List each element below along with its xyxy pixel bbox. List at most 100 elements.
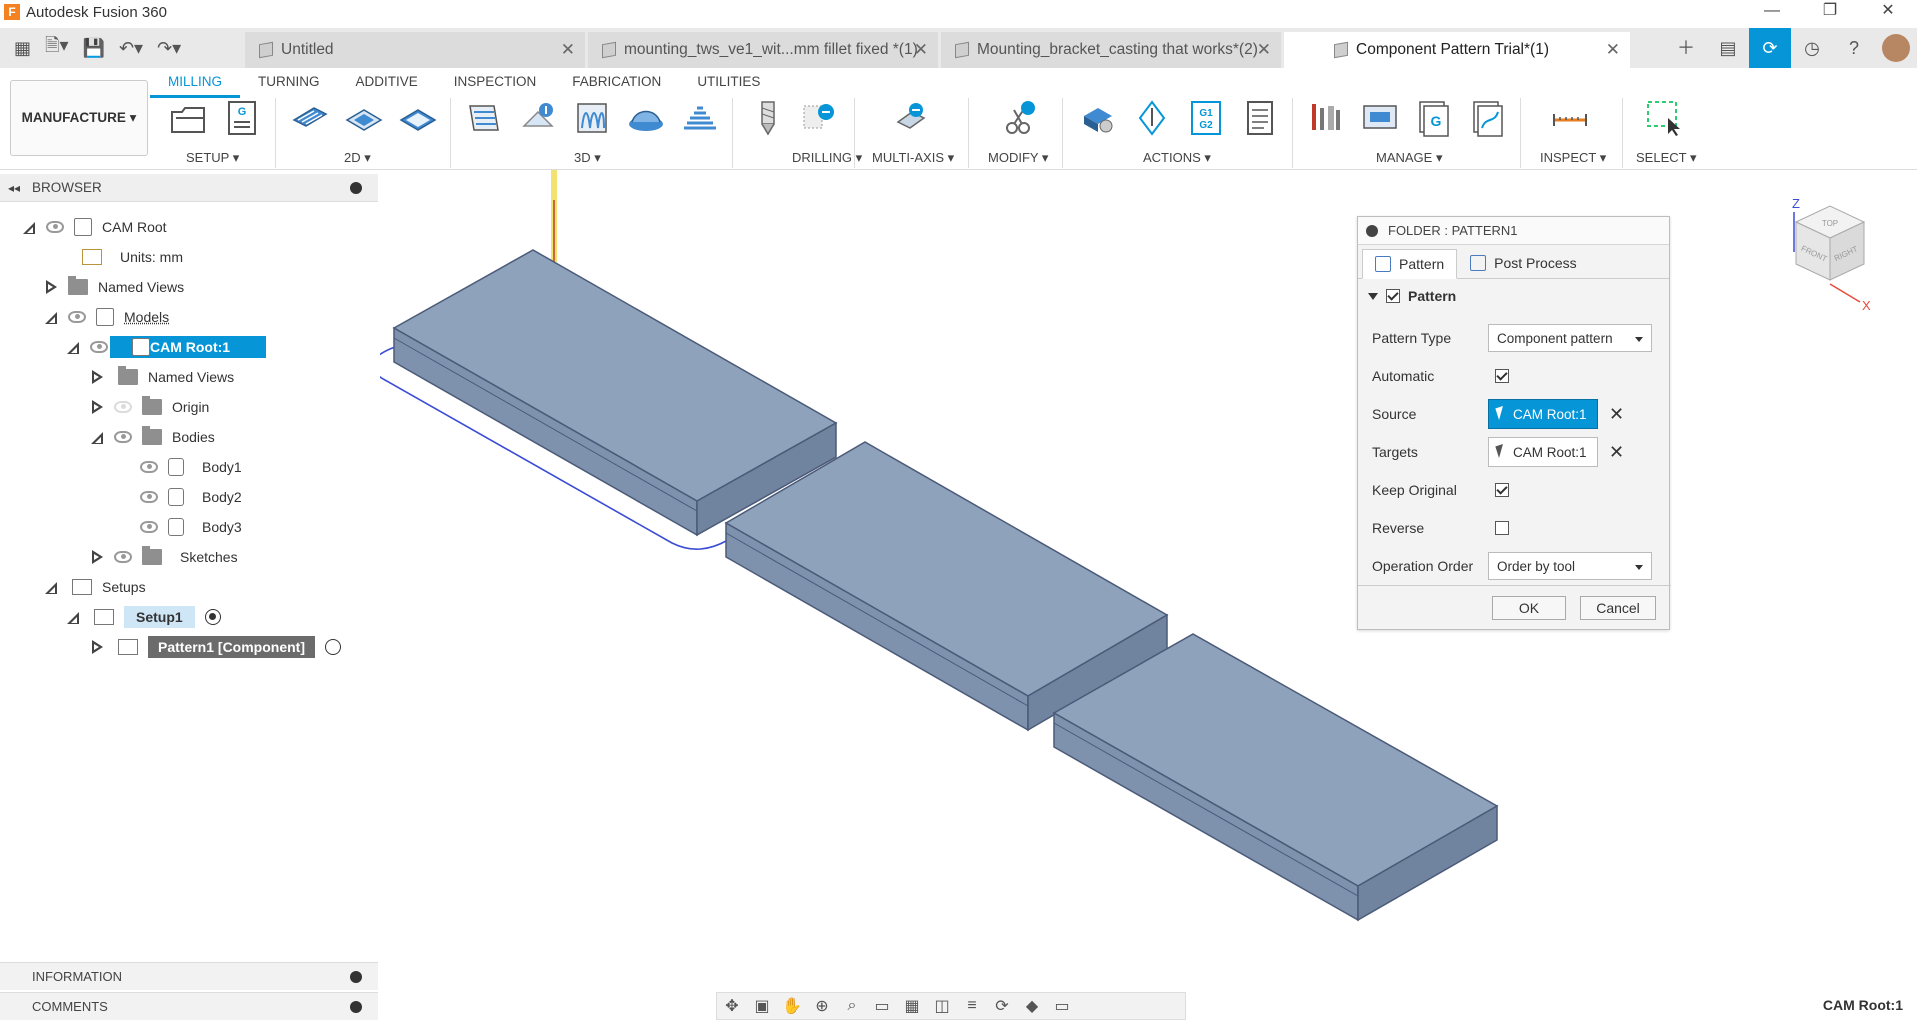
tree-item-sketches[interactable]: Sketches (90, 544, 238, 570)
expand-icon[interactable] (90, 430, 104, 444)
visibility-eye-icon[interactable] (90, 341, 108, 353)
tree-item-units[interactable]: Units: mm (72, 244, 183, 270)
environment-icon[interactable]: ▭ (1047, 996, 1077, 1016)
expand-icon[interactable] (44, 310, 58, 324)
expand-icon[interactable] (90, 370, 104, 384)
2d-face-icon[interactable] (398, 98, 438, 138)
expand-icon[interactable] (44, 280, 58, 294)
help-icon[interactable]: ? (1833, 28, 1875, 68)
job-status-icon[interactable]: ◷ (1791, 28, 1833, 68)
redo-icon[interactable]: ↷▾ (157, 38, 181, 59)
viewcube[interactable]: Z X TOP FRONT RIGHT (1780, 192, 1880, 312)
tool-library-icon[interactable] (1306, 98, 1346, 138)
minimize-icon[interactable]: — (1743, 0, 1801, 24)
extension-icon[interactable]: ⟳ (1749, 28, 1791, 68)
tab-additive[interactable]: ADDITIVE (338, 70, 436, 94)
ok-button[interactable]: OK (1492, 596, 1566, 620)
clear-source-icon[interactable]: ✕ (1609, 404, 1624, 425)
pattern-type-select[interactable]: Component pattern (1488, 324, 1652, 352)
refresh-icon[interactable]: ⟳ (987, 996, 1017, 1016)
cube-top-label[interactable]: TOP (1822, 219, 1838, 228)
tab-turning[interactable]: TURNING (240, 70, 338, 94)
comments-panel[interactable]: COMMENTS (0, 992, 378, 1020)
clear-targets-icon[interactable]: ✕ (1609, 442, 1624, 463)
information-panel[interactable]: INFORMATION (0, 962, 378, 990)
visibility-eye-icon[interactable] (114, 401, 132, 413)
file-icon[interactable]: 🗎▾ (45, 33, 69, 63)
close-tab-icon[interactable]: ✕ (914, 40, 928, 60)
tab-fabrication[interactable]: FABRICATION (554, 70, 679, 94)
expand-icon[interactable] (90, 400, 104, 414)
expand-icon[interactable] (90, 550, 104, 564)
save-icon[interactable]: 💾 (83, 38, 105, 59)
doc-tab-mounting-bracket[interactable]: Mounting_bracket_casting that works*(2) … (941, 32, 1281, 68)
tree-item-body3[interactable]: Body3 (130, 514, 242, 540)
tree-item-cam-root[interactable]: CAM Root (22, 214, 167, 240)
pattern-radio[interactable] (325, 639, 341, 655)
machine-library-icon[interactable] (1360, 98, 1400, 138)
tree-item-models[interactable]: Models (44, 304, 169, 330)
pattern-section-header[interactable]: Pattern (1358, 279, 1669, 313)
nc-program-icon[interactable]: G (222, 98, 262, 138)
section-icon[interactable]: ≡ (957, 997, 987, 1015)
doc-tab-component-pattern[interactable]: Component Pattern Trial*(1) ✕ (1284, 32, 1630, 68)
drill-icon[interactable] (748, 98, 788, 138)
undo-icon[interactable]: ↶▾ (119, 38, 143, 59)
display-settings-icon[interactable]: ▭ (867, 996, 897, 1016)
zoom-icon[interactable]: ⊕ (807, 996, 837, 1016)
collapse-dialog-icon[interactable] (1366, 224, 1378, 237)
simulate-icon[interactable] (1078, 98, 1118, 138)
visibility-eye-icon[interactable] (68, 311, 86, 323)
2d-adaptive-icon[interactable] (290, 98, 330, 138)
section-caret-icon[interactable] (1368, 292, 1378, 300)
tree-item-origin[interactable]: Origin (90, 394, 209, 420)
visibility-eye-icon[interactable] (114, 551, 132, 563)
tab-inspection[interactable]: INSPECTION (436, 70, 555, 94)
source-picker[interactable]: CAM Root:1 (1488, 399, 1598, 429)
tree-item-named-views-2[interactable]: Named Views (90, 364, 234, 390)
visibility-eye-icon[interactable] (114, 431, 132, 443)
new-folder-icon[interactable] (168, 98, 208, 138)
expand-icon[interactable] (90, 640, 104, 654)
3d-pocket-icon[interactable] (518, 98, 558, 138)
post-library-icon[interactable]: G (1414, 98, 1454, 138)
3d-adaptive-icon[interactable] (464, 98, 504, 138)
group-setup[interactable]: SETUP ▾ (186, 150, 239, 166)
expand-icon[interactable] (22, 220, 36, 234)
tree-item-body1[interactable]: Body1 (130, 454, 242, 480)
setup-sheet-icon[interactable] (1240, 98, 1280, 138)
shading-icon[interactable]: ◆ (1017, 996, 1047, 1016)
fit-icon[interactable]: ⌕ (837, 997, 867, 1015)
modify-scissors-icon[interactable] (1000, 98, 1040, 138)
nc-code-icon[interactable]: G1G2 (1186, 98, 1226, 138)
expand-icon[interactable] (66, 340, 80, 354)
visibility-eye-icon[interactable] (140, 461, 158, 473)
collapse-browser-icon[interactable]: ◂◂ (8, 181, 20, 195)
expand-icon[interactable] (66, 610, 80, 624)
parallel-icon[interactable] (572, 98, 612, 138)
automatic-checkbox[interactable] (1495, 369, 1509, 383)
body1-shape[interactable] (392, 249, 838, 537)
hole-recognition-icon[interactable] (800, 98, 840, 138)
tree-item-setup1[interactable]: Setup1 (66, 604, 221, 630)
contour-icon[interactable] (680, 98, 720, 138)
2d-pocket-icon[interactable] (344, 98, 384, 138)
group-multi-axis[interactable]: MULTI-AXIS ▾ (872, 150, 954, 166)
group-drilling[interactable]: DRILLING ▾ (792, 150, 862, 166)
viewports-icon[interactable]: ◫ (927, 996, 957, 1016)
expand-icon[interactable] (44, 580, 58, 594)
tree-item-bodies[interactable]: Bodies (90, 424, 215, 450)
group-actions[interactable]: ACTIONS ▾ (1143, 150, 1211, 166)
tree-item-body2[interactable]: Body2 (130, 484, 242, 510)
group-3d[interactable]: 3D ▾ (574, 150, 601, 166)
doc-tab-mounting-tws[interactable]: mounting_tws_ve1_wit...mm fillet fixed *… (588, 32, 938, 68)
window-select-icon[interactable] (1644, 98, 1684, 138)
group-2d[interactable]: 2D ▾ (344, 150, 371, 166)
expand-panel-icon[interactable] (350, 970, 362, 983)
close-tab-icon[interactable]: ✕ (561, 40, 575, 60)
tab-utilities[interactable]: UTILITIES (679, 70, 778, 94)
tab-milling[interactable]: MILLING (150, 70, 241, 98)
body3-shape[interactable] (1052, 633, 1499, 922)
visibility-eye-icon[interactable] (140, 521, 158, 533)
minimize-panel-icon[interactable] (350, 181, 362, 194)
